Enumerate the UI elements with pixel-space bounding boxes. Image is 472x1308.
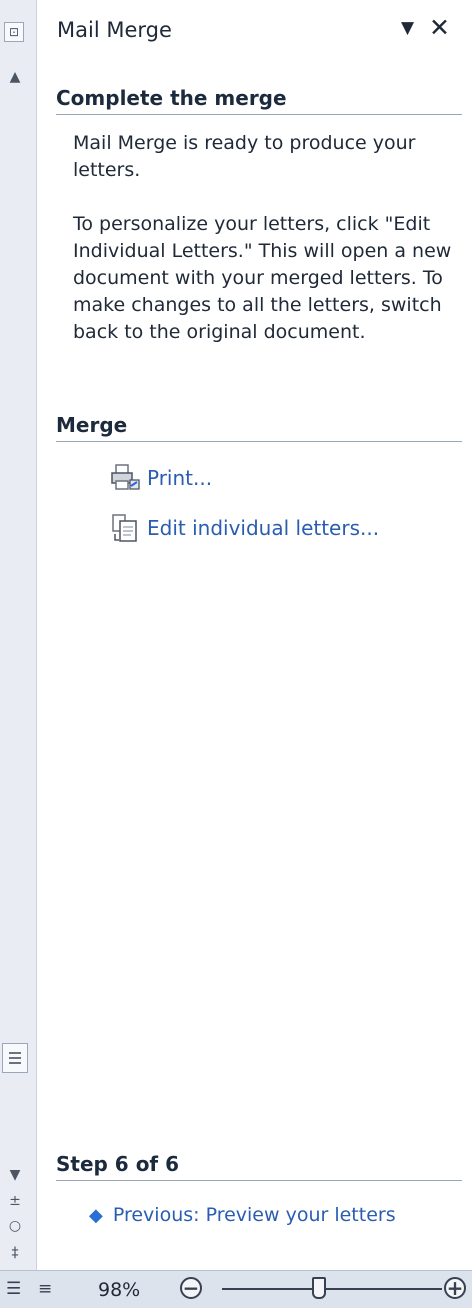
ready-text: Mail Merge is ready to produce your lett… (73, 132, 416, 181)
chevron-down-icon[interactable]: ▼ (401, 18, 414, 38)
previous-page-icon[interactable]: ± (4, 1190, 26, 1212)
zoom-out-button[interactable]: − (180, 1277, 202, 1299)
draft-view-icon[interactable]: ≡ (38, 1279, 52, 1299)
scroll-thumb[interactable] (2, 1043, 28, 1073)
mail-merge-screen: ⊡ ▲ ▼ ± ○ ‡ Mail Merge ▼ ✕ Complete the … (0, 0, 472, 1308)
document-icon (109, 512, 141, 544)
scroll-down-arrow-icon[interactable]: ▼ (4, 1164, 26, 1186)
close-icon[interactable]: ✕ (429, 13, 450, 42)
pane-title: Mail Merge (57, 18, 172, 42)
edit-individual-letters-link[interactable]: Edit individual letters... (109, 512, 379, 544)
printer-icon (109, 462, 141, 494)
outline-view-icon[interactable]: ☰ (6, 1279, 21, 1299)
scroll-up-arrow-icon[interactable]: ▲ (4, 66, 26, 88)
print-link[interactable]: Print... (109, 462, 212, 494)
status-bar: ☰ ≡ 98% − + (0, 1270, 472, 1308)
browse-object-icon[interactable]: ○ (4, 1215, 26, 1237)
back-arrow-icon: ◆ (89, 1204, 103, 1226)
previous-label: Previous: Preview your letters (112, 1204, 396, 1226)
merge-heading: Merge (56, 413, 462, 442)
personalize-text: To personalize your letters, click "Edit… (73, 213, 452, 343)
mail-merge-pane: Mail Merge ▼ ✕ Complete the merge Mail M… (37, 0, 472, 1270)
zoom-in-button[interactable]: + (444, 1277, 466, 1299)
complete-merge-heading: Complete the merge (56, 86, 462, 115)
document-side-strip: ⊡ ▲ ▼ ± ○ ‡ (0, 0, 37, 1270)
edit-label: Edit individual letters... (147, 516, 380, 540)
zoom-slider-thumb[interactable] (312, 1277, 326, 1299)
previous-step-link[interactable]: ◆ Previous: Preview your letters (89, 1204, 396, 1226)
zoom-slider-track[interactable] (222, 1288, 442, 1290)
next-page-icon[interactable]: ‡ (4, 1242, 26, 1264)
step-heading: Step 6 of 6 (56, 1152, 462, 1181)
view-ruler-icon[interactable]: ⊡ (4, 22, 24, 42)
print-label: Print... (147, 466, 213, 490)
zoom-level[interactable]: 98% (98, 1279, 140, 1301)
